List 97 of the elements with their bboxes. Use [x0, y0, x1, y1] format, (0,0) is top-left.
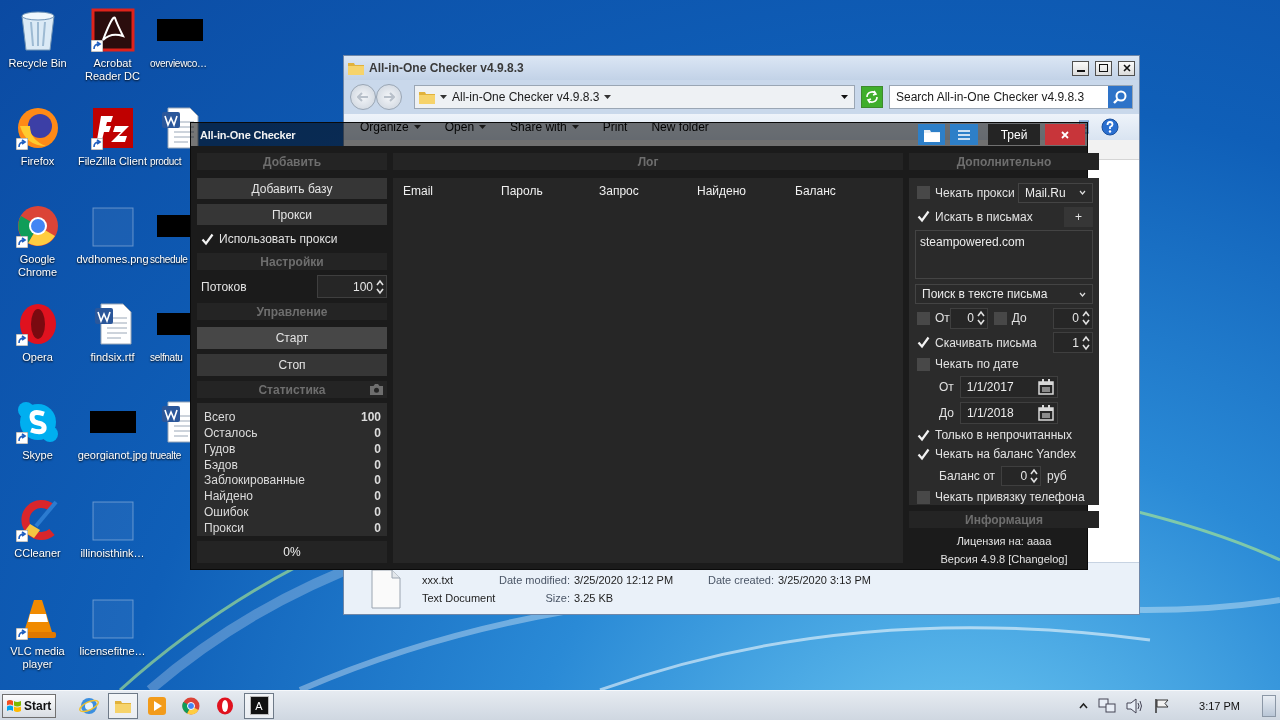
column-header[interactable]: Пароль — [501, 184, 599, 198]
checkbox-label: Чекать привязку телефона — [935, 490, 1085, 504]
section-header: Управление — [197, 303, 387, 320]
desktop-shortcut[interactable]: FileZilla Client — [75, 104, 150, 202]
start-button[interactable]: Start — [2, 693, 56, 718]
progress-label: 0% — [197, 541, 387, 563]
stat-value: 0 — [374, 521, 381, 536]
file-name: xxx.txt — [422, 573, 454, 587]
section-header: Добавить — [197, 153, 387, 170]
checkbox-label: Искать в письмах — [935, 209, 1033, 224]
clock[interactable]: 3:17 PM — [1199, 699, 1240, 712]
column-header[interactable]: Запрос — [599, 184, 697, 198]
checkbox-label: Чекать прокси — [935, 185, 1015, 200]
number-spinner[interactable]: 0 — [949, 307, 988, 329]
control-button[interactable]: Старт — [197, 327, 387, 349]
date-field[interactable]: 1/1/2017 — [959, 375, 1058, 398]
address-bar[interactable]: All-in-One Checker v4.9.8.3 — [414, 85, 855, 109]
field-label: Баланс от — [939, 468, 996, 483]
column-header[interactable]: Найдено — [697, 184, 795, 198]
control-button[interactable]: Стоп — [197, 354, 387, 376]
desktop-shortcut[interactable]: overviewco… — [150, 6, 228, 104]
tray-button[interactable]: Трей — [988, 124, 1040, 145]
stat-value: 0 — [374, 425, 381, 440]
desktop-shortcut[interactable]: VLC media player — [0, 594, 75, 690]
desktop-shortcut[interactable]: Google Chrome — [0, 202, 75, 300]
add-button[interactable]: + — [1064, 206, 1093, 227]
desktop-shortcut[interactable]: CCleaner — [0, 496, 75, 594]
stat-value: 0 — [374, 473, 381, 488]
stat-label: Найдено — [204, 489, 254, 504]
field-label: Потоков — [201, 279, 247, 294]
field-label: От — [939, 379, 954, 394]
stat-value: 0 — [374, 441, 381, 456]
stat-label: Осталось — [204, 425, 258, 440]
checkbox-label: До — [1011, 311, 1027, 325]
checkbox-label: От — [935, 311, 950, 325]
stat-value: 0 — [374, 457, 381, 472]
desktop-shortcut[interactable]: illinoisthink… — [75, 496, 150, 594]
detail-label: Size: — [545, 591, 570, 605]
stat-label: Ошибок — [204, 505, 249, 520]
toolbar-button[interactable]: New folder — [649, 118, 711, 136]
detail-label: Date created: — [707, 573, 774, 587]
desktop-shortcut[interactable]: findsix.rtf — [75, 300, 150, 398]
section-header: Информация — [909, 511, 1099, 528]
stat-value: 0 — [374, 489, 381, 504]
checkbox-label: Только в непрочитанных — [935, 428, 1072, 442]
desktop-shortcut[interactable]: dvdhomes.png — [75, 202, 150, 300]
window-title: All-in-One Checker v4.9.8.3 — [369, 61, 525, 75]
desktop-shortcut[interactable]: licensefitne… — [75, 594, 150, 690]
license-text: Лицензия на: аааа — [955, 534, 1053, 549]
number-spinner[interactable]: 100 — [317, 275, 387, 298]
toolbar-button[interactable]: Open — [442, 118, 489, 136]
desktop-shortcut[interactable]: Skype — [0, 398, 75, 496]
checkbox-label: Чекать по дате — [935, 357, 1019, 371]
number-spinner[interactable]: 0 — [1001, 465, 1042, 486]
detail-label: Date modified: — [499, 573, 570, 587]
checkbox-label: Использовать прокси — [219, 232, 338, 246]
detail-value: 3/25/2020 12:12 PM — [574, 573, 674, 587]
column-header[interactable]: Баланс — [795, 184, 893, 198]
date-field[interactable]: 1/1/2018 — [959, 401, 1058, 424]
stat-label: Бэдов — [204, 457, 238, 472]
detail-value: 3/25/2020 3:13 PM — [778, 573, 871, 587]
number-spinner[interactable]: 1 — [1053, 332, 1093, 353]
stat-label: Гудов — [204, 441, 236, 456]
section-header: Дополнительно — [909, 153, 1099, 170]
stat-label: Всего — [204, 409, 236, 424]
search-mode-dropdown[interactable]: Поиск в тексте письма — [915, 284, 1093, 304]
section-header: Статистика — [258, 382, 326, 397]
column-header[interactable]: Email — [403, 184, 501, 198]
section-header: Лог — [393, 153, 903, 170]
service-dropdown[interactable]: Mail.Ru — [1018, 182, 1093, 203]
search-input[interactable]: Search All-in-One Checker v4.9.8.3 — [890, 86, 1108, 108]
checkbox-label: Чекать на баланс Yandex — [935, 447, 1077, 461]
add-base-button[interactable]: Добавить базу — [197, 178, 387, 199]
search-field[interactable]: Search All-in-One Checker v4.9.8.3 — [889, 85, 1133, 109]
number-spinner[interactable]: 0 — [1053, 307, 1093, 329]
section-header: Настройки — [197, 253, 387, 270]
file-type: Text Document — [422, 591, 496, 605]
window-title: All-in-One Checker — [200, 128, 296, 141]
desktop-shortcut[interactable]: Recycle Bin — [0, 6, 75, 104]
toolbar-button[interactable]: Organize — [358, 118, 423, 136]
desktop-shortcut[interactable]: Opera — [0, 300, 75, 398]
field-label: До — [939, 405, 954, 420]
desktop-shortcut[interactable]: Acrobat Reader DC — [75, 6, 150, 104]
stat-label: Прокси — [204, 521, 245, 536]
checkbox-label: Скачивать письма — [935, 335, 1037, 350]
search-terms-field[interactable]: steampowered.com — [915, 230, 1093, 279]
version-text: Версия 4.9.8 [Changelog] — [939, 552, 1069, 567]
unit-label: руб — [1047, 468, 1067, 483]
proxy-button[interactable]: Прокси — [197, 204, 387, 225]
stat-label: Заблокированные — [204, 473, 305, 488]
stat-value: 0 — [374, 505, 381, 520]
desktop-shortcut[interactable]: georgianot.jpg — [75, 398, 150, 496]
address-crumb[interactable]: All-in-One Checker v4.9.8.3 — [452, 90, 600, 104]
detail-value: 3.25 KB — [574, 591, 614, 605]
taskbar-button[interactable]: A — [244, 692, 274, 719]
desktop-shortcut[interactable]: Firefox — [0, 104, 75, 202]
stat-value: 100 — [360, 409, 381, 424]
